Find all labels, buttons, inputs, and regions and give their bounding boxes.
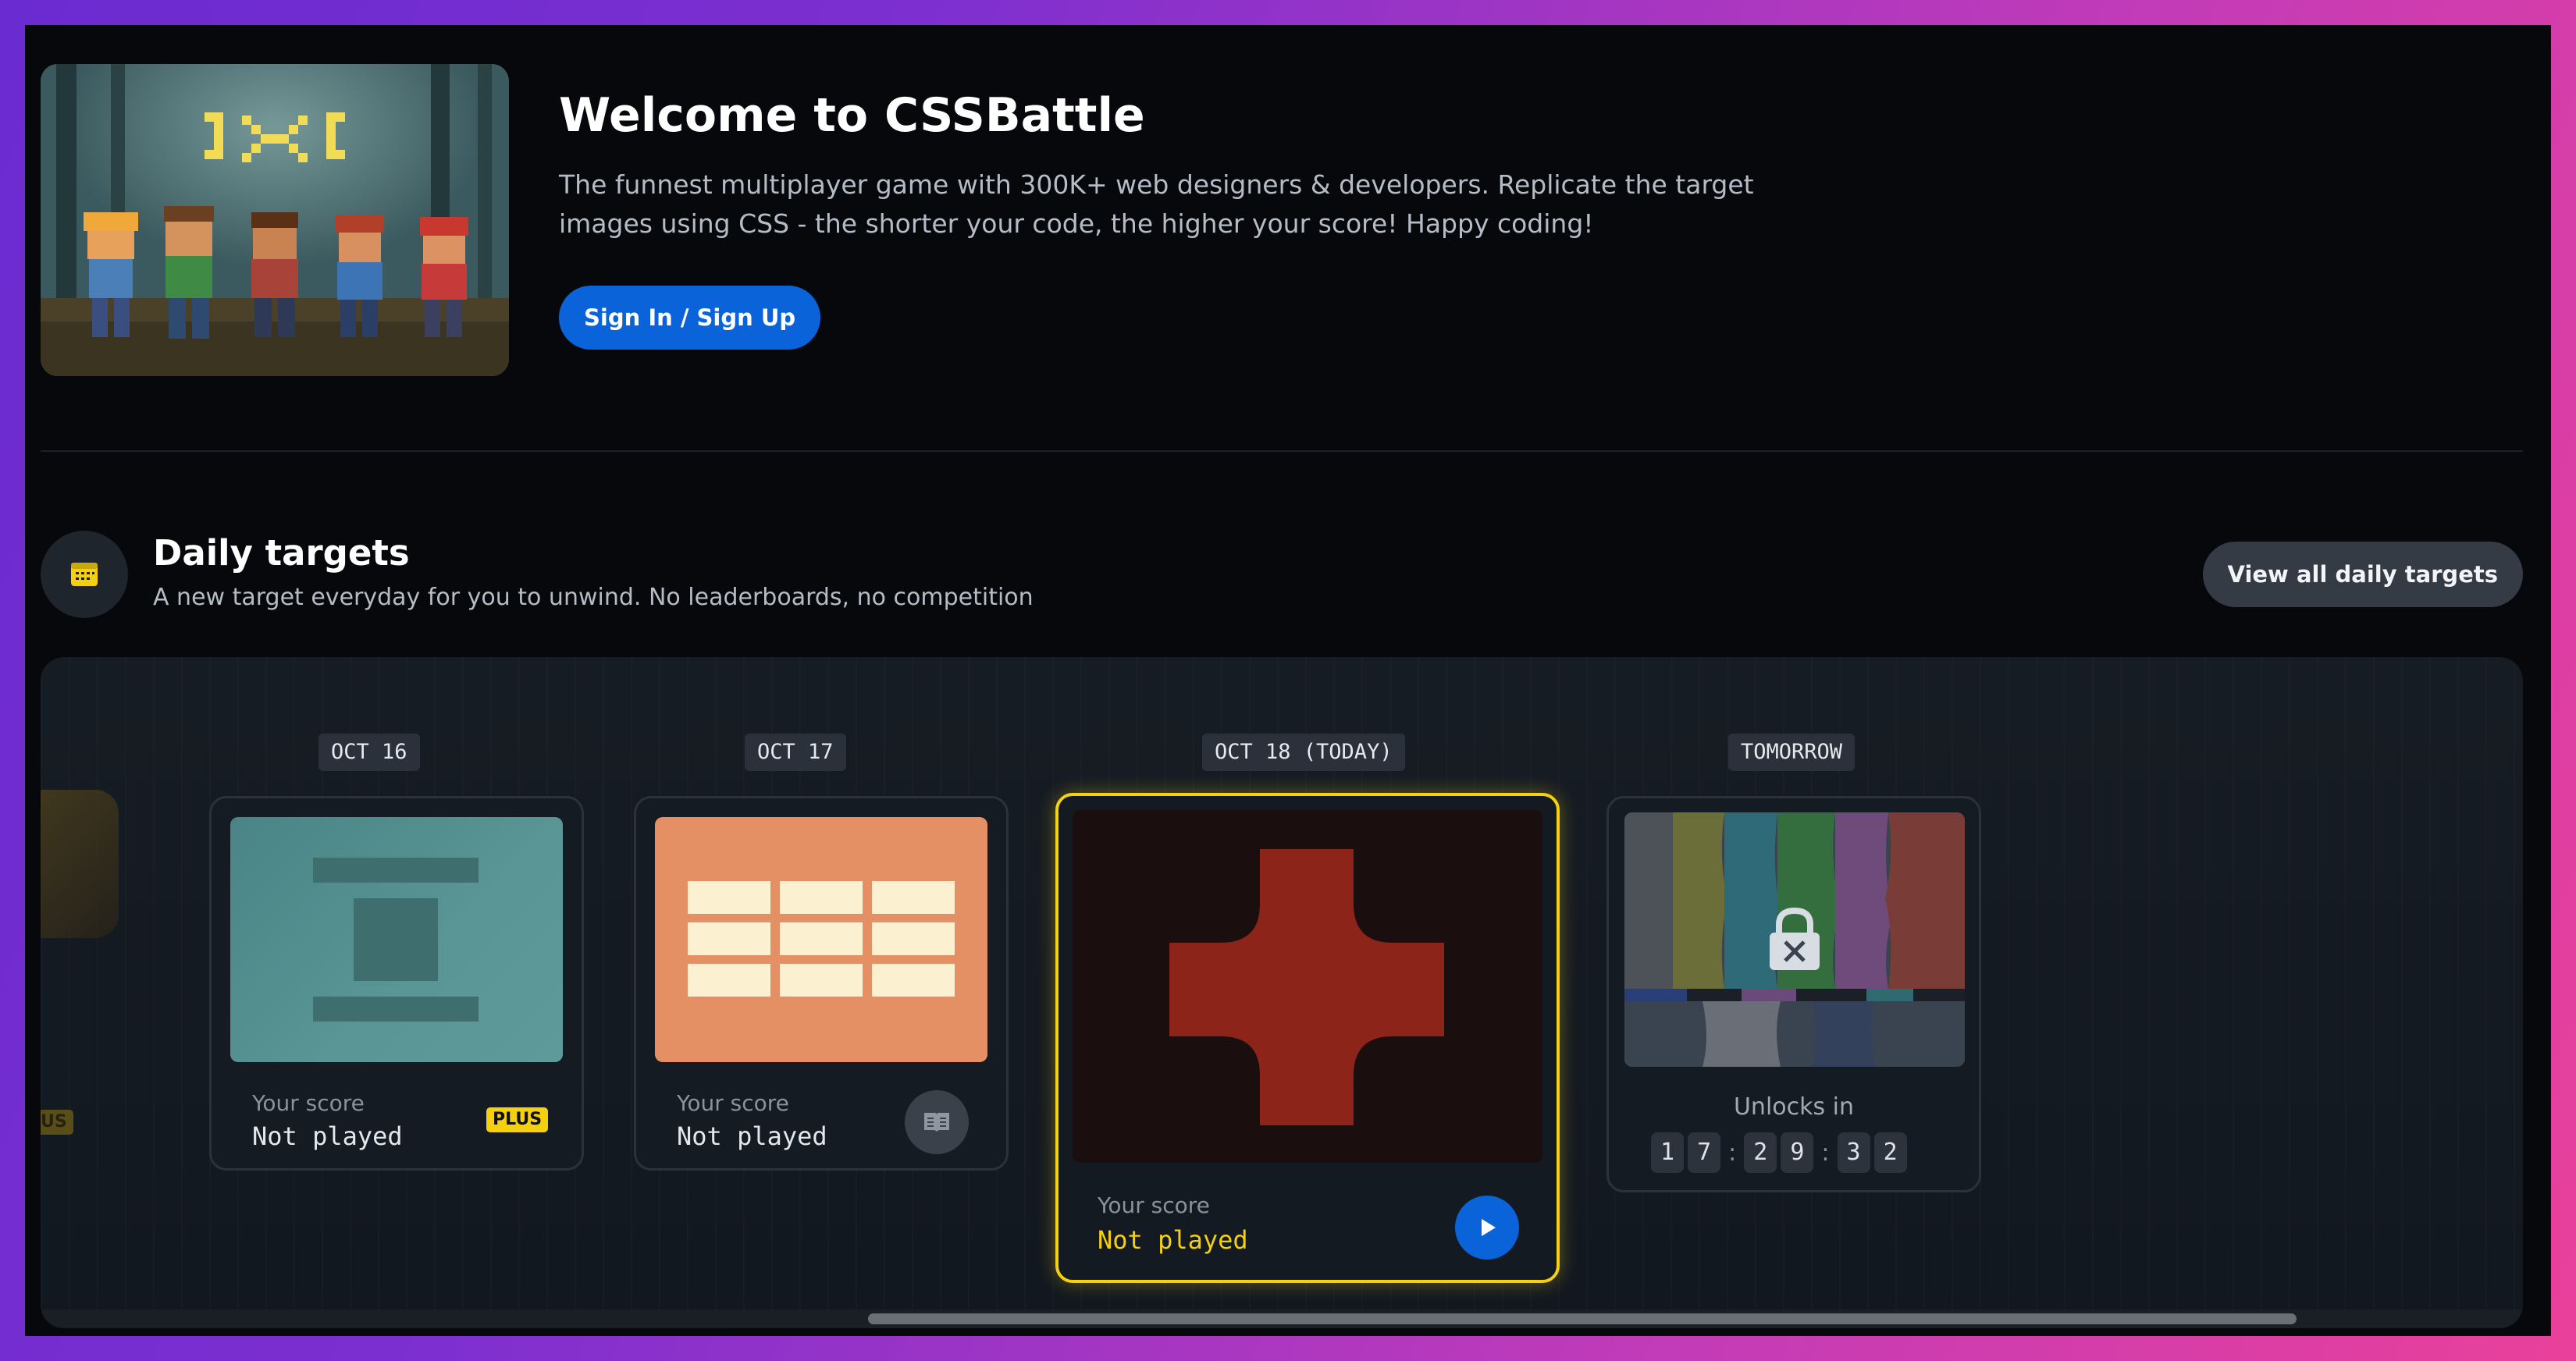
daily-targets-carousel[interactable]: US OCT 16 Your score Not played PLUS OCT… bbox=[41, 657, 2523, 1328]
date-tag-tomorrow: TOMORROW bbox=[1728, 734, 1856, 771]
daily-targets-icon-wrap bbox=[41, 531, 128, 618]
pixel-art-characters-image bbox=[41, 64, 509, 376]
timer-digit: 2 bbox=[1744, 1132, 1777, 1173]
date-tag-oct-16: OCT 16 bbox=[318, 734, 420, 771]
calendar-icon bbox=[71, 563, 98, 586]
thumb-shape-bottom-bar bbox=[313, 997, 479, 1022]
score-label: Your score bbox=[252, 1090, 365, 1116]
sign-in-button[interactable]: Sign In / Sign Up bbox=[559, 286, 821, 350]
timer-digit: 2 bbox=[1873, 1132, 1907, 1173]
target-card-oct-17[interactable]: Your score Not played bbox=[634, 796, 1009, 1171]
hero-text: Welcome to CSSBattle The funnest multipl… bbox=[559, 87, 1808, 243]
unlocks-in-label: Unlocks in bbox=[1733, 1093, 1855, 1121]
timer-digit: 7 bbox=[1688, 1132, 1721, 1173]
scrollbar-thumb[interactable] bbox=[868, 1313, 2297, 1324]
target-thumbnail[interactable] bbox=[1073, 810, 1542, 1163]
target-card-oct-16[interactable]: Your score Not played PLUS bbox=[209, 796, 584, 1171]
target-card-tomorrow-locked: Unlocks in 1 7 : 2 9 : 3 2 bbox=[1606, 796, 1981, 1192]
date-tag-oct-17: OCT 17 bbox=[745, 734, 846, 771]
view-solution-button[interactable] bbox=[905, 1090, 969, 1154]
target-card-today[interactable]: Your score Not played bbox=[1055, 793, 1560, 1283]
thumb-shape-center-square bbox=[354, 898, 438, 981]
timer-digit: 9 bbox=[1781, 1132, 1814, 1173]
hero-illustration bbox=[41, 64, 509, 376]
score-label: Your score bbox=[677, 1090, 789, 1116]
book-icon bbox=[924, 1113, 949, 1132]
timer-digit: 3 bbox=[1837, 1132, 1870, 1173]
date-tag-oct-18-today: OCT 18 (TODAY) bbox=[1202, 734, 1405, 771]
view-all-daily-targets-button[interactable]: View all daily targets bbox=[2202, 542, 2523, 607]
timer-separator: : bbox=[1728, 1139, 1737, 1167]
target-thumbnail[interactable] bbox=[230, 817, 563, 1062]
score-value: Not played bbox=[252, 1121, 403, 1151]
app-window: Welcome to CSSBattle The funnest multipl… bbox=[25, 25, 2551, 1336]
plus-badge: PLUS bbox=[486, 1107, 549, 1132]
partial-previous-card[interactable] bbox=[41, 790, 119, 938]
daily-targets-subtitle: A new target everyday for you to unwind.… bbox=[153, 584, 1034, 611]
play-button[interactable] bbox=[1455, 1196, 1519, 1260]
page-title: Welcome to CSSBattle bbox=[559, 88, 1145, 143]
score-label: Your score bbox=[1098, 1192, 1210, 1218]
daily-targets-title: Daily targets bbox=[153, 532, 410, 574]
section-divider bbox=[41, 450, 2523, 452]
hero-description: The funnest multiplayer game with 300K+ … bbox=[559, 169, 1754, 239]
target-thumbnail[interactable] bbox=[655, 817, 987, 1062]
thumb-cross-shape bbox=[1169, 849, 1444, 1125]
countdown-timer: 1 7 : 2 9 : 3 2 bbox=[1651, 1132, 1907, 1173]
play-icon bbox=[1482, 1219, 1496, 1236]
thumb-grid bbox=[688, 881, 955, 997]
lock-icon bbox=[1770, 907, 1820, 970]
thumb-shape-top-bar bbox=[313, 858, 479, 883]
timer-digit: 1 bbox=[1651, 1132, 1684, 1173]
score-value: Not played bbox=[1098, 1225, 1248, 1255]
locked-thumbnail bbox=[1624, 812, 1965, 1067]
partial-card-badge: US bbox=[41, 1110, 73, 1135]
timer-separator: : bbox=[1821, 1139, 1830, 1167]
score-value: Not played bbox=[677, 1121, 827, 1151]
carousel-scrollbar[interactable] bbox=[41, 1309, 2523, 1328]
